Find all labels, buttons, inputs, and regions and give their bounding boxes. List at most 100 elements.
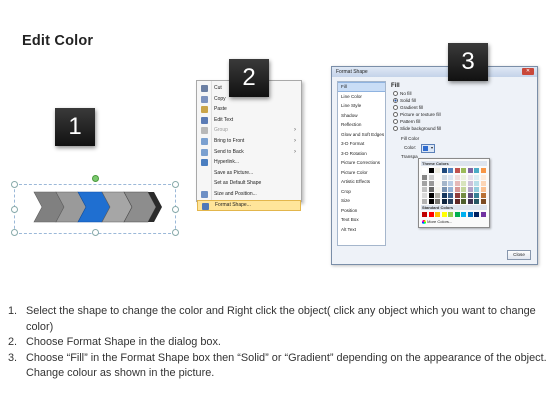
color-swatch[interactable] bbox=[461, 175, 466, 180]
color-swatch[interactable] bbox=[474, 175, 479, 180]
close-icon[interactable]: ✕ bbox=[522, 68, 534, 75]
color-swatch[interactable] bbox=[435, 168, 440, 173]
nav-item[interactable]: Position bbox=[338, 206, 385, 216]
color-swatch[interactable] bbox=[441, 181, 447, 186]
color-swatch[interactable] bbox=[480, 193, 486, 198]
nav-item[interactable]: Alt Text bbox=[338, 225, 385, 235]
menu-item[interactable]: Bring to Front › bbox=[197, 136, 301, 147]
menu-item[interactable]: Save as Picture... bbox=[197, 168, 301, 179]
color-swatch[interactable] bbox=[467, 199, 473, 204]
standard-color-swatch[interactable] bbox=[441, 212, 447, 217]
standard-color-swatch[interactable] bbox=[448, 212, 453, 217]
color-swatch[interactable] bbox=[422, 187, 427, 192]
fill-option-radio[interactable]: Solid fill bbox=[393, 98, 416, 104]
color-swatch[interactable] bbox=[454, 168, 460, 173]
nav-item[interactable]: 3-D Rotation bbox=[338, 149, 385, 159]
color-swatch[interactable] bbox=[448, 199, 453, 204]
color-swatch[interactable] bbox=[428, 175, 434, 180]
color-swatch[interactable] bbox=[441, 199, 447, 204]
standard-color-swatch[interactable] bbox=[474, 212, 479, 217]
nav-item[interactable]: Artistic Effects bbox=[338, 177, 385, 187]
color-swatch[interactable] bbox=[435, 193, 440, 198]
nav-item[interactable]: Shadow bbox=[338, 111, 385, 121]
color-swatch[interactable] bbox=[454, 175, 460, 180]
menu-item[interactable]: Edit Text bbox=[197, 115, 301, 126]
color-swatch[interactable] bbox=[461, 187, 466, 192]
arrow-shape-selection[interactable] bbox=[10, 175, 180, 236]
menu-item[interactable]: Hyperlink... bbox=[197, 157, 301, 168]
color-swatch[interactable] bbox=[448, 193, 453, 198]
nav-item[interactable]: Fill bbox=[338, 82, 385, 92]
color-swatch[interactable] bbox=[461, 168, 466, 173]
fill-option-radio[interactable]: Picture or texture fill bbox=[393, 112, 441, 118]
color-swatch[interactable] bbox=[441, 187, 447, 192]
color-swatch[interactable] bbox=[422, 199, 427, 204]
nav-item[interactable]: Glow and Soft Edges bbox=[338, 130, 385, 140]
color-swatch[interactable] bbox=[461, 199, 466, 204]
standard-color-swatch[interactable] bbox=[467, 212, 473, 217]
color-swatch[interactable] bbox=[467, 187, 473, 192]
standard-color-swatch[interactable] bbox=[454, 212, 460, 217]
color-swatch[interactable] bbox=[428, 168, 434, 173]
menu-item[interactable]: Size and Position... bbox=[197, 189, 301, 200]
color-swatch[interactable] bbox=[428, 199, 434, 204]
standard-color-swatch[interactable] bbox=[422, 212, 427, 217]
color-swatch[interactable] bbox=[461, 181, 466, 186]
color-swatch[interactable] bbox=[480, 175, 486, 180]
menu-item[interactable]: Format Shape... bbox=[197, 199, 301, 211]
color-swatch[interactable] bbox=[441, 168, 447, 173]
color-swatch[interactable] bbox=[422, 168, 427, 173]
standard-color-swatch[interactable] bbox=[480, 212, 486, 217]
fill-option-radio[interactable]: Slide background fill bbox=[393, 126, 441, 132]
color-swatch[interactable] bbox=[474, 187, 479, 192]
color-swatch[interactable] bbox=[454, 181, 460, 186]
nav-item[interactable]: Line Style bbox=[338, 101, 385, 111]
color-swatch[interactable] bbox=[435, 199, 440, 204]
color-swatch[interactable] bbox=[435, 187, 440, 192]
fill-option-radio[interactable]: Pattern fill bbox=[393, 119, 420, 125]
color-swatch[interactable] bbox=[474, 168, 479, 173]
color-swatch[interactable] bbox=[448, 181, 453, 186]
color-swatch[interactable] bbox=[422, 181, 427, 186]
color-swatch[interactable] bbox=[422, 175, 427, 180]
color-swatch[interactable] bbox=[428, 193, 434, 198]
close-button[interactable]: Close bbox=[507, 250, 531, 260]
color-swatch[interactable] bbox=[474, 199, 479, 204]
color-swatch[interactable] bbox=[428, 187, 434, 192]
standard-color-swatch[interactable] bbox=[428, 212, 434, 217]
color-swatch[interactable] bbox=[480, 187, 486, 192]
color-dropdown-button[interactable]: ▾ bbox=[421, 144, 435, 153]
color-swatch[interactable] bbox=[480, 181, 486, 186]
nav-item[interactable]: Size bbox=[338, 196, 385, 206]
nav-item[interactable]: Reflection bbox=[338, 120, 385, 130]
color-swatch[interactable] bbox=[480, 199, 486, 204]
color-swatch[interactable] bbox=[448, 175, 453, 180]
standard-color-swatch[interactable] bbox=[461, 212, 466, 217]
color-swatch[interactable] bbox=[467, 193, 473, 198]
color-swatch[interactable] bbox=[422, 193, 427, 198]
color-swatch[interactable] bbox=[454, 199, 460, 204]
color-swatch[interactable] bbox=[467, 181, 473, 186]
color-swatch[interactable] bbox=[435, 181, 440, 186]
nav-item[interactable]: Picture Corrections bbox=[338, 158, 385, 168]
color-swatch[interactable] bbox=[435, 175, 440, 180]
nav-item[interactable]: Picture Color bbox=[338, 168, 385, 178]
nav-item[interactable]: Line Color bbox=[338, 92, 385, 102]
color-swatch[interactable] bbox=[467, 168, 473, 173]
color-swatch[interactable] bbox=[474, 181, 479, 186]
more-colors-link[interactable]: More Colors... bbox=[422, 219, 452, 225]
color-swatch[interactable] bbox=[467, 175, 473, 180]
color-swatch[interactable] bbox=[461, 193, 466, 198]
color-swatch[interactable] bbox=[474, 193, 479, 198]
color-swatch[interactable] bbox=[480, 168, 486, 173]
menu-item[interactable]: Paste bbox=[197, 104, 301, 115]
menu-item[interactable]: Send to Back › bbox=[197, 147, 301, 158]
nav-item[interactable]: Text Box bbox=[338, 215, 385, 225]
color-swatch[interactable] bbox=[454, 193, 460, 198]
color-swatch[interactable] bbox=[448, 187, 453, 192]
color-swatch[interactable] bbox=[448, 168, 453, 173]
nav-item[interactable]: Crop bbox=[338, 187, 385, 197]
color-swatch[interactable] bbox=[441, 175, 447, 180]
color-swatch[interactable] bbox=[428, 181, 434, 186]
color-swatch[interactable] bbox=[441, 193, 447, 198]
